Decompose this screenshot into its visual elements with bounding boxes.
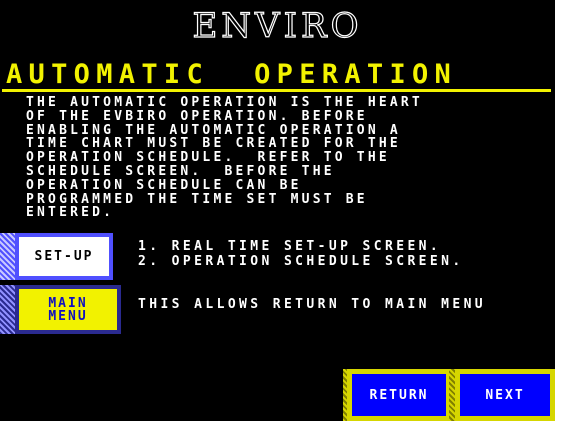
description-line: OPERATION SCHEDULE. REFER TO THE [26, 150, 390, 166]
description-line: PROGRAMMED THE TIME SET MUST BE [26, 191, 368, 207]
setup-button-label: SET-UP [34, 249, 94, 264]
description-line: OF THE EVBIRO OPERATION. BEFORE [26, 108, 368, 124]
description-text: THE AUTOMATIC OPERATION IS THE HEART OF … [26, 96, 551, 220]
description-line: THE AUTOMATIC OPERATION IS THE HEART [26, 95, 423, 110]
description-line: ENABLING THE AUTOMATIC OPERATION A [26, 122, 401, 138]
setup-option-1: 1. REAL TIME SET-UP SCREEN. [138, 239, 442, 254]
main-menu-button-label: MAIN MENU [48, 297, 87, 323]
brand-title: ENVIRO [192, 5, 363, 46]
description-line: SCHEDULE SCREEN. BEFORE THE [26, 163, 335, 179]
next-button[interactable]: NEXT [455, 369, 555, 421]
touch-screen: ENVIRO AUTOMATIC OPERATION THE AUTOMATIC… [0, 0, 555, 421]
main-menu-button[interactable]: MAIN MENU [15, 285, 121, 334]
main-menu-description: THIS ALLOWS RETURN TO MAIN MENU [138, 297, 487, 312]
heading-underline [2, 89, 551, 92]
page-heading-box: AUTOMATIC OPERATION [2, 59, 551, 91]
return-button-label: RETURN [369, 387, 429, 403]
description-line: TIME CHART MUST BE CREATED FOR THE [26, 136, 401, 152]
setup-button[interactable]: SET-UP [15, 233, 113, 280]
description-line: OPERATION SCHEDULE CAN BE [26, 177, 302, 193]
main-menu-label-line-2: MENU [48, 308, 88, 324]
page-heading: AUTOMATIC OPERATION [6, 59, 458, 90]
return-button[interactable]: RETURN [347, 369, 451, 421]
setup-option-2: 2. OPERATION SCHEDULE SCREEN. [138, 254, 464, 269]
next-button-label: NEXT [485, 387, 525, 403]
description-line: ENTERED. [26, 205, 115, 221]
screen-border [555, 0, 561, 421]
